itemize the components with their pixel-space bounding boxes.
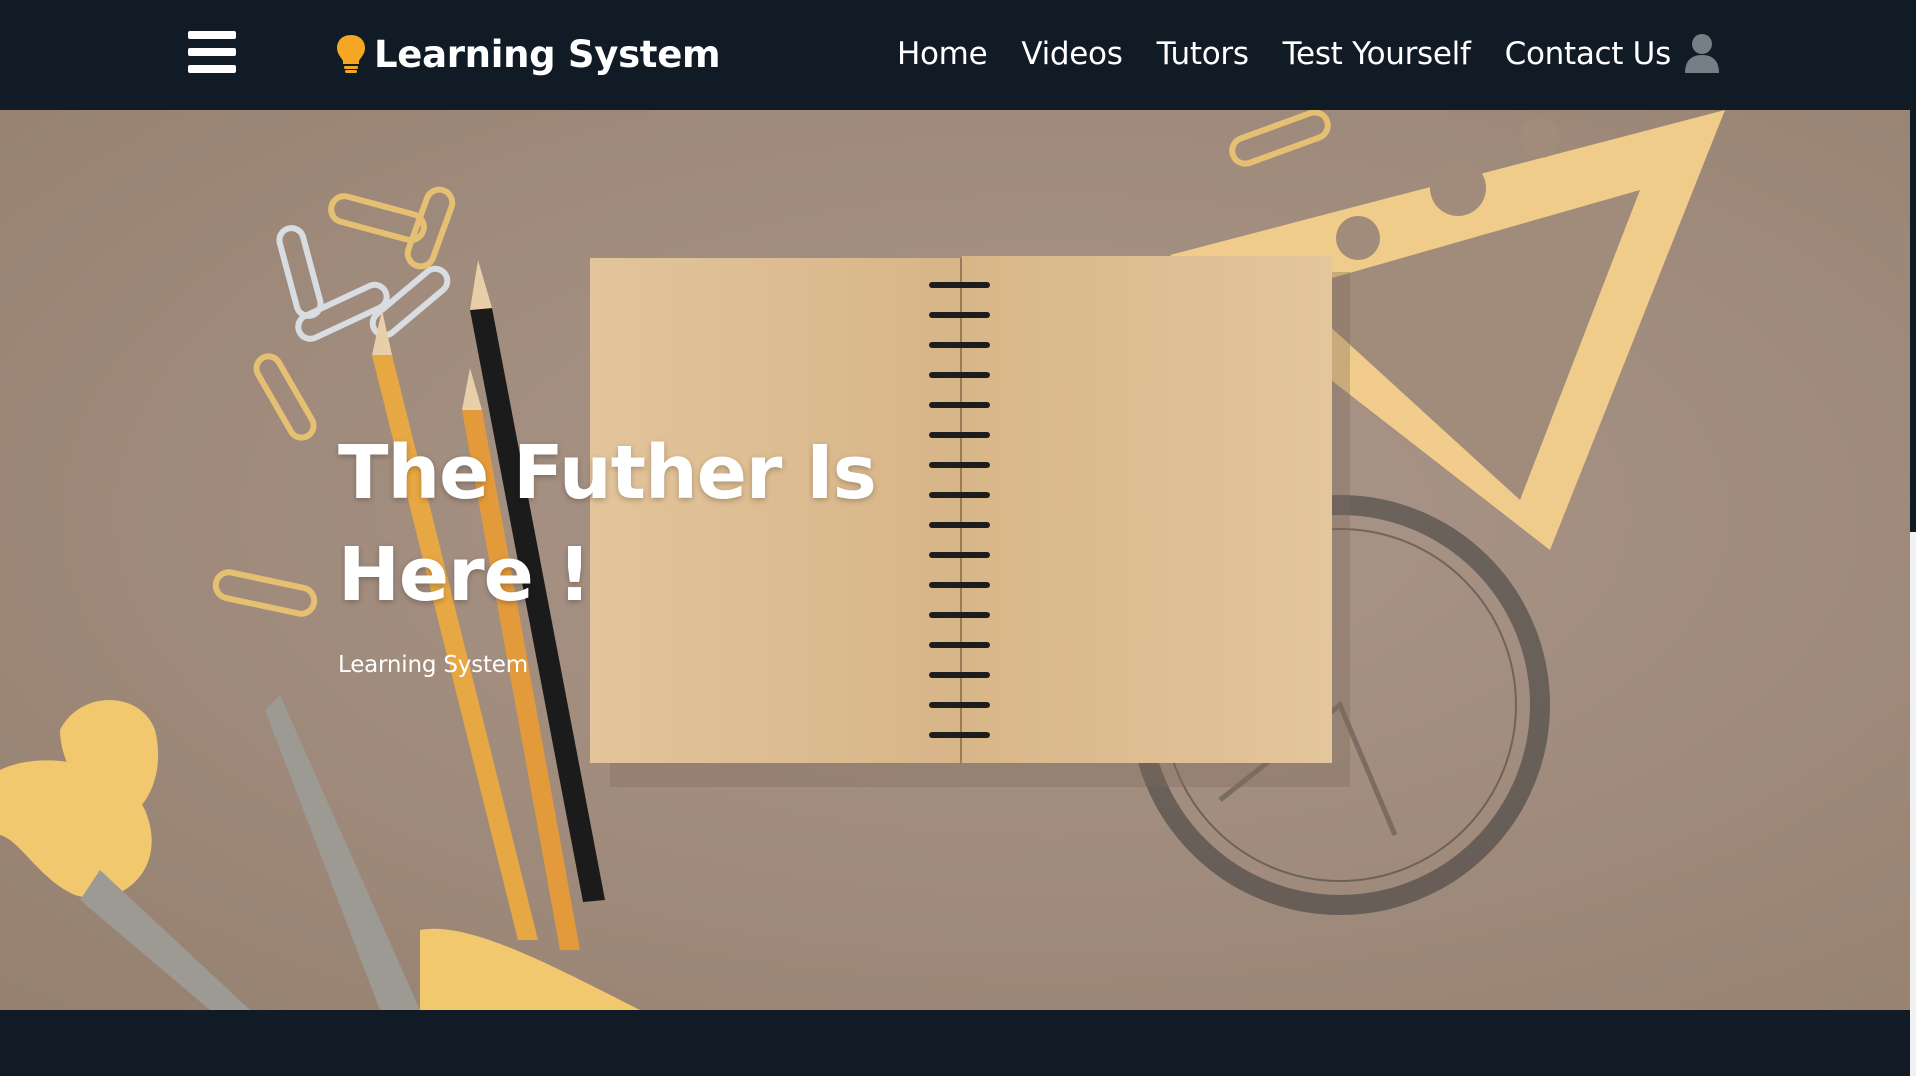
hero-text: The Futher Is Here ! Learning System	[338, 422, 898, 678]
top-navbar: Learning System Home Videos Tutors Test …	[0, 0, 1910, 110]
hero-title-line-1: The Futher Is	[338, 430, 877, 516]
user-avatar-icon[interactable]	[1684, 33, 1720, 73]
footer-band	[0, 1010, 1910, 1076]
hero-background-image	[0, 110, 1910, 1010]
hero-title-line-2: Here !	[338, 532, 591, 618]
scrollbar-thumb[interactable]	[1910, 0, 1916, 532]
hero-title: The Futher Is Here !	[338, 422, 898, 626]
brand-logo-link[interactable]: Learning System	[336, 28, 721, 80]
nav-link-home[interactable]: Home	[897, 36, 988, 72]
hamburger-menu-icon[interactable]	[188, 31, 236, 73]
hero-banner: The Futher Is Here ! Learning System	[0, 110, 1910, 1010]
nav-link-tutors[interactable]: Tutors	[1157, 36, 1249, 72]
nav-link-videos[interactable]: Videos	[1021, 36, 1123, 72]
brand-name: Learning System	[374, 32, 721, 76]
lightbulb-icon	[337, 35, 365, 73]
main-menu: Home Videos Tutors Test Yourself Contact…	[897, 28, 1671, 80]
nav-link-test-yourself[interactable]: Test Yourself	[1283, 36, 1471, 72]
hero-subtitle: Learning System	[338, 652, 528, 678]
nav-link-contact-us[interactable]: Contact Us	[1505, 36, 1672, 72]
